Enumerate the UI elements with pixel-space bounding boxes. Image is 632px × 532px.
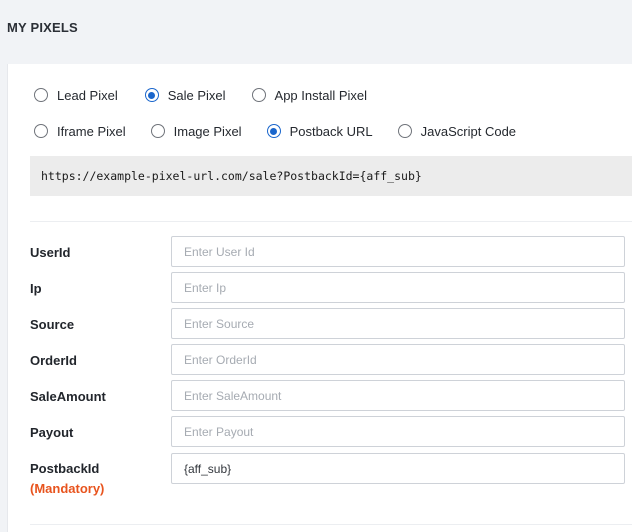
radio-sale-pixel[interactable]: Sale Pixel [144, 87, 226, 103]
page-header: MY PIXELS [0, 0, 632, 60]
userid-input[interactable] [171, 236, 625, 267]
payout-input[interactable] [171, 416, 625, 447]
pixel-url-box[interactable]: https://example-pixel-url.com/sale?Postb… [30, 156, 632, 196]
saleamount-input[interactable] [171, 380, 625, 411]
radio-label-javascript-code: JavaScript Code [420, 123, 517, 139]
field-label-payout: Payout [30, 425, 74, 440]
radio-circle-sale-pixel[interactable] [144, 88, 159, 102]
pixel-card: Lead Pixel Sale Pixel App Install Pixel … [7, 64, 632, 532]
postbackid-input[interactable] [171, 453, 625, 484]
field-label-source: Source [30, 317, 75, 332]
radio-image-pixel[interactable]: Image Pixel [150, 123, 242, 139]
radio-label-lead-pixel: Lead Pixel [57, 87, 118, 103]
orderid-input[interactable] [171, 344, 625, 375]
mandatory-label: (Mandatory) [30, 481, 105, 496]
field-label-ip: Ip [30, 281, 42, 296]
field-label-userid: UserId [30, 245, 71, 260]
radio-label-image-pixel: Image Pixel [173, 123, 242, 139]
radio-postback-url[interactable]: Postback URL [266, 123, 373, 139]
radio-circle-app-install-pixel[interactable] [251, 88, 266, 102]
source-input[interactable] [171, 308, 625, 339]
section-divider [30, 221, 632, 222]
radio-label-app-install-pixel: App Install Pixel [274, 87, 368, 103]
radio-label-iframe-pixel: Iframe Pixel [57, 123, 126, 139]
field-label-orderid: OrderId [30, 353, 77, 368]
ip-input[interactable] [171, 272, 625, 303]
radio-circle-postback-url[interactable] [266, 124, 281, 138]
field-label-saleamount: SaleAmount [30, 389, 106, 404]
bottom-divider [30, 524, 632, 525]
radio-iframe-pixel[interactable]: Iframe Pixel [34, 124, 126, 139]
page-title: MY PIXELS [7, 20, 78, 35]
radio-circle-javascript-code[interactable] [397, 124, 412, 138]
radio-circle-iframe-pixel[interactable] [34, 124, 48, 138]
radio-lead-pixel[interactable]: Lead Pixel [34, 88, 118, 103]
field-label-postbackid: PostbackId [30, 461, 100, 476]
radio-circle-lead-pixel[interactable] [34, 88, 48, 102]
pixel-type-row-1: Lead Pixel Sale Pixel App Install Pixel [34, 85, 367, 105]
radio-app-install-pixel[interactable]: App Install Pixel [251, 87, 368, 103]
radio-label-sale-pixel: Sale Pixel [167, 87, 226, 103]
radio-circle-image-pixel[interactable] [150, 124, 165, 138]
radio-javascript-code[interactable]: JavaScript Code [397, 123, 517, 139]
pixel-type-row-2: Iframe Pixel Image Pixel Postback URL Ja… [34, 121, 516, 141]
radio-label-postback-url: Postback URL [289, 123, 373, 139]
